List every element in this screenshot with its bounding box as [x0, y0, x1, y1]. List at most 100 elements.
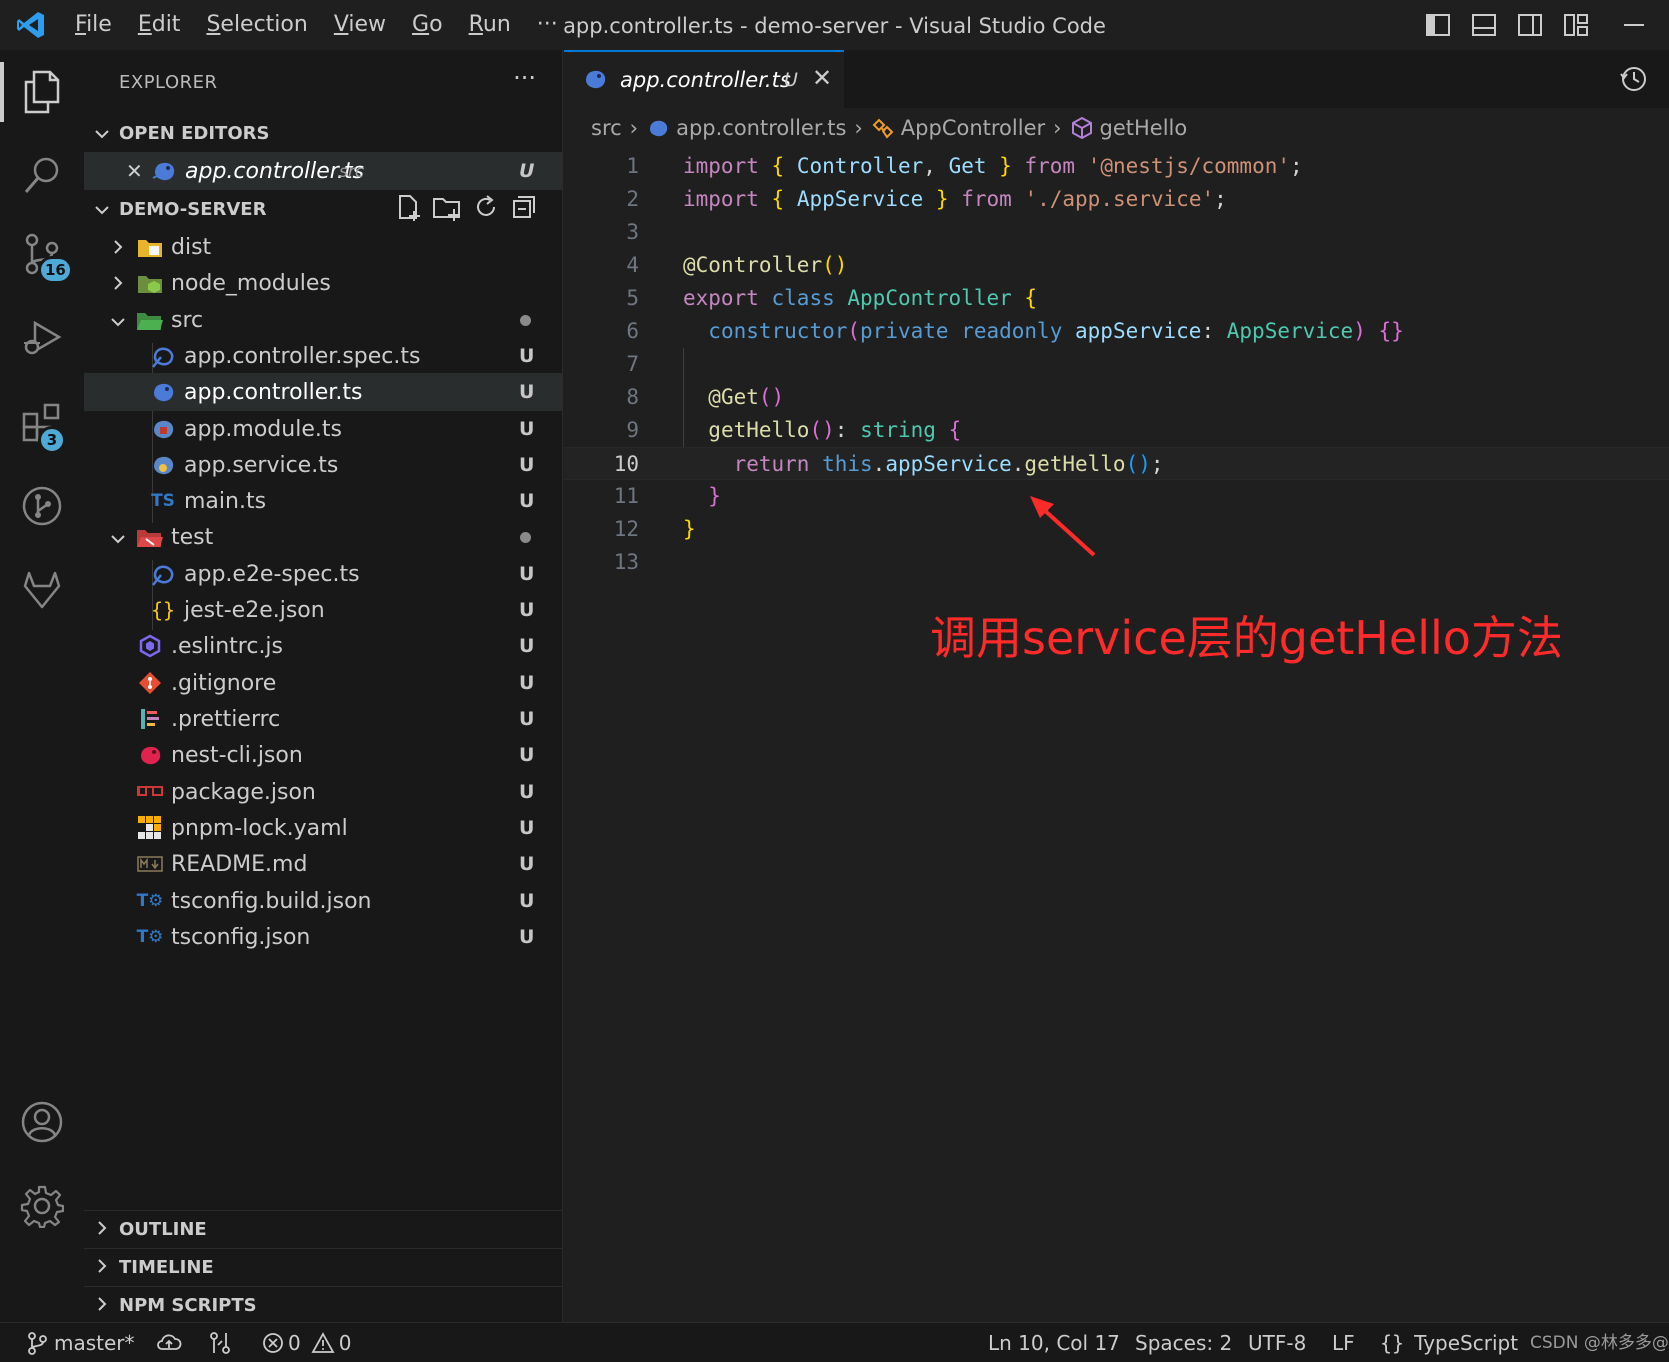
code-line-3: 3 [564, 216, 1669, 249]
toggle-secondary-sidebar-icon[interactable] [1507, 0, 1553, 50]
csdn-watermark: CSDN @林多多@ [1530, 1333, 1669, 1353]
tree-item-app-module[interactable]: app.module.ts U [84, 410, 562, 448]
git-graph-icon[interactable] [0, 464, 84, 548]
tree-item-app-e2e-spec[interactable]: app.e2e-spec.ts U [84, 555, 562, 593]
tree-item-node-modules[interactable]: node_modules [84, 264, 562, 302]
tree-item-jest-e2e[interactable]: {} jest-e2e.json U [84, 591, 562, 629]
token: ; [1290, 154, 1303, 178]
toggle-panel-icon[interactable] [1461, 0, 1507, 50]
tree-item-tsconfig[interactable]: T⚙ tsconfig.json U [84, 918, 562, 956]
token: private [860, 319, 949, 343]
token: : [834, 418, 848, 442]
git-status-untracked: U [519, 853, 535, 875]
new-folder-icon[interactable] [432, 193, 462, 226]
menu-run-mnemonic: R [468, 12, 483, 37]
menu-go[interactable]: Go [399, 0, 456, 50]
open-editor-item[interactable]: ✕ app.controller.ts src U [84, 152, 562, 190]
tree-item-nest-cli[interactable]: nest-cli.json U [84, 736, 562, 774]
new-file-icon[interactable] [394, 193, 422, 226]
tree-item-pnpm-lock[interactable]: pnpm-lock.yaml U [84, 809, 562, 847]
source-control-icon[interactable]: 16 [0, 212, 84, 296]
menu-run[interactable]: Run [456, 0, 524, 50]
code-line-1: 1 import { Controller, Get } from '@nestj… [564, 150, 1669, 183]
run-debug-icon[interactable] [0, 296, 84, 380]
end-of-line[interactable]: LF [1332, 1323, 1355, 1362]
tree-item-main[interactable]: TS main.ts U [84, 482, 562, 520]
open-editors-header[interactable]: OPEN EDITORS [84, 114, 562, 152]
menu-file-label: ile [86, 12, 112, 37]
tree-item-package-json[interactable]: package.json U [84, 773, 562, 811]
token: @ [708, 385, 721, 409]
problems-status[interactable]: 0 0 [262, 1323, 351, 1362]
token: } [935, 187, 949, 211]
outline-section[interactable]: OUTLINE [84, 1210, 562, 1248]
tab-app-controller[interactable]: app.controller.ts U ✕ [564, 50, 844, 108]
tree-item-app-service[interactable]: app.service.ts U [84, 446, 562, 484]
explorer-icon[interactable] [0, 50, 84, 134]
npm-scripts-label: NPM SCRIPTS [119, 1295, 257, 1316]
tree-item-label: tsconfig.json [171, 924, 311, 950]
npm-scripts-section[interactable]: NPM SCRIPTS [84, 1286, 562, 1324]
menu-edit[interactable]: Edit [125, 0, 194, 50]
tree-item-prettierrc[interactable]: .prettierrc U [84, 700, 562, 738]
menu-more-button[interactable]: ··· [524, 0, 571, 50]
toggle-primary-sidebar-icon[interactable] [1415, 0, 1461, 50]
customize-layout-icon[interactable] [1553, 0, 1599, 50]
settings-gear-icon[interactable] [0, 1164, 84, 1248]
cursor-position[interactable]: Ln 10, Col 17 [988, 1323, 1120, 1362]
tree-item-gitignore[interactable]: .gitignore U [84, 664, 562, 702]
indentation[interactable]: Spaces: 2 [1135, 1323, 1232, 1362]
language-mode[interactable]: {} TypeScript [1380, 1323, 1518, 1362]
vscode-logo-icon [0, 0, 62, 50]
minimize-window-icon[interactable] [1599, 0, 1669, 50]
breadcrumb-class[interactable]: AppController [901, 116, 1045, 140]
git-compare-icon[interactable] [208, 1323, 232, 1362]
menu-selection[interactable]: Selection [193, 0, 320, 50]
token: this [822, 452, 873, 476]
token: () [758, 385, 785, 409]
history-icon[interactable] [1619, 64, 1649, 98]
token: AppService [796, 187, 924, 211]
tree-item-app-controller[interactable]: app.controller.ts U [84, 373, 562, 411]
tree-item-app-controller-spec[interactable]: app.controller.spec.ts U [84, 337, 562, 375]
gitlab-icon[interactable] [0, 548, 84, 632]
tree-item-src[interactable]: src [84, 301, 562, 339]
chevron-right-icon [106, 271, 130, 296]
branch-status[interactable]: master* [26, 1323, 135, 1362]
language-label: TypeScript [1414, 1331, 1519, 1355]
code-line-4: 4 @Controller() [564, 249, 1669, 282]
breadcrumb-method[interactable]: getHello [1100, 116, 1188, 140]
close-icon[interactable]: ✕ [126, 159, 143, 183]
accounts-icon[interactable] [0, 1080, 84, 1164]
tree-item-readme[interactable]: README.md U [84, 845, 562, 883]
explorer-more-button[interactable]: ··· [513, 64, 536, 92]
breadcrumb-src[interactable]: src [591, 116, 622, 140]
tree-item-tsconfig-build[interactable]: T⚙ tsconfig.build.json U [84, 882, 562, 920]
collapse-all-icon[interactable] [510, 193, 538, 226]
tree-item-label: tsconfig.build.json [171, 888, 372, 914]
tab-close-icon[interactable]: ✕ [812, 64, 832, 92]
token: './app.service' [1024, 187, 1215, 211]
open-editors-label: OPEN EDITORS [119, 122, 270, 144]
breadcrumb-file[interactable]: app.controller.ts [676, 116, 846, 140]
search-icon[interactable] [0, 134, 84, 218]
token: constructor [708, 319, 848, 343]
tree-item-label: app.module.ts [184, 416, 342, 442]
token: } [999, 154, 1012, 178]
sync-icon[interactable] [156, 1323, 182, 1362]
project-header[interactable]: DEMO-SERVER [84, 190, 562, 228]
tree-item-test[interactable]: test [84, 518, 562, 556]
line-number: 3 [626, 220, 639, 244]
tree-item-eslintrc[interactable]: .eslintrc.js U [84, 627, 562, 665]
tsconfig-icon: T⚙ [136, 927, 164, 947]
line-number: 13 [613, 550, 639, 574]
refresh-icon[interactable] [472, 193, 500, 226]
encoding[interactable]: UTF-8 [1248, 1323, 1306, 1362]
menu-view[interactable]: View [321, 0, 399, 50]
extensions-icon[interactable]: 3 [0, 380, 84, 464]
timeline-section[interactable]: TIMELINE [84, 1248, 562, 1286]
code-line-11: 11 } [564, 480, 1669, 513]
menu-file[interactable]: File [62, 0, 125, 50]
tree-item-dist[interactable]: dist [84, 228, 562, 266]
menu-edit-mnemonic: E [137, 12, 152, 37]
